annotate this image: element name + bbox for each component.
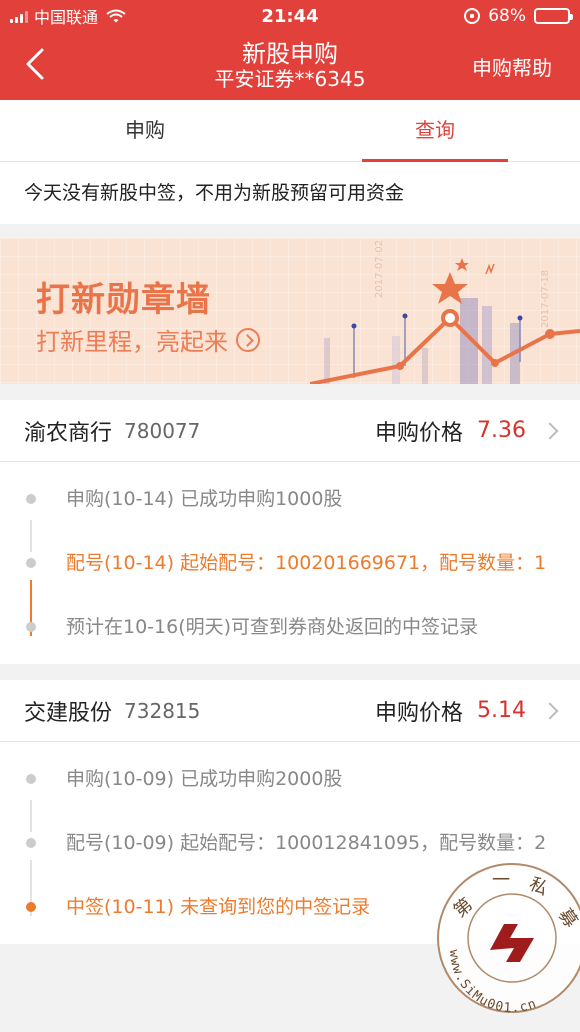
step-text: 配号(10-09) 起始配号：100012841095，配号数量：2 [66, 832, 547, 854]
page-title-main: 新股申购 [242, 39, 338, 68]
tab-query[interactable]: 查询 [290, 100, 580, 162]
stock-name: 交建股份 [24, 700, 113, 726]
watermark-url: www.SiMu001.cn [446, 949, 538, 1016]
banner-illustration: 2017-07-02 2017-07-18 [310, 240, 580, 384]
subscription-price: 7.36 [477, 418, 526, 443]
timeline-step: 预计在10-16(明天)可查到券商处返回的中签记录 [0, 612, 556, 642]
timeline: 申购(10-09) 已成功申购2000股 配号(10-09) 起始配号：1000… [0, 742, 580, 944]
timeline-dot [26, 558, 36, 568]
carrier-name: 中国联通 [34, 8, 99, 27]
svg-text:www.SiMu001.cn: www.SiMu001.cn [446, 949, 539, 1016]
chevron-right-icon [541, 702, 559, 719]
tab-subscribe[interactable]: 申购 [0, 100, 290, 161]
back-button[interactable] [22, 46, 52, 82]
stock-name: 渝农商行 [24, 420, 113, 446]
banner-subtitle: 打新里程，亮起来 [36, 328, 228, 356]
battery-percent: 68% [488, 6, 526, 26]
timeline-step: 申购(10-09) 已成功申购2000股 [0, 764, 556, 794]
step-text: 中签(10-11) 未查询到您的中签记录 [66, 896, 371, 918]
timeline-dot [26, 838, 36, 848]
notice-text: 今天没有新股中签，不用为新股预留可用资金 [0, 162, 580, 224]
step-text: 预计在10-16(明天)可查到券商处返回的中签记录 [66, 616, 479, 638]
status-bar: 中国联通 21:44 68% [0, 0, 580, 32]
timeline-step: 申购(10-14) 已成功申购1000股 [0, 484, 556, 514]
stock-card: 渝农商行 780077 申购价格 7.36 申购(10-14) 已成功申购100… [0, 400, 580, 664]
medal-wall-banner[interactable]: 打新勋章墙 打新里程，亮起来 2017-07-02 2017-07-18 [0, 238, 580, 384]
stock-card-header[interactable]: 交建股份 732815 申购价格 5.14 [0, 680, 580, 742]
banner-date-2: 2017-07-18 [540, 270, 551, 328]
stock-card: 交建股份 732815 申购价格 5.14 申购(10-09) 已成功申购200… [0, 680, 580, 944]
timeline-dot [26, 622, 36, 632]
banner-date-1: 2017-07-02 [374, 240, 385, 298]
timeline-dot [26, 774, 36, 784]
timeline-dot [26, 494, 36, 504]
price-label: 申购价格 [375, 420, 464, 446]
step-text: 申购(10-09) 已成功申购2000股 [66, 768, 343, 790]
banner-subtitle-row: 打新里程，亮起来 [36, 322, 260, 357]
arrow-circle-icon [236, 327, 260, 352]
signal-icon [10, 9, 28, 23]
top-bar: 中国联通 21:44 68% 新股申购 平安证券**6345 申购帮助 [0, 0, 580, 100]
timeline-step: 配号(10-09) 起始配号：100012841095，配号数量：2 [0, 828, 556, 858]
banner-title: 打新勋章墙 [36, 280, 211, 320]
step-text: 配号(10-14) 起始配号：100201669671，配号数量：1 [66, 552, 547, 574]
timeline-step: 中签(10-11) 未查询到您的中签记录 [0, 892, 556, 922]
timeline-step: 配号(10-14) 起始配号：100201669671，配号数量：1 [0, 548, 556, 578]
subscription-price: 5.14 [477, 698, 526, 723]
account-subtitle: 平安证券**6345 [214, 67, 366, 92]
battery-icon [534, 8, 573, 24]
nav-bar: 新股申购 平安证券**6345 申购帮助 [0, 32, 580, 100]
rotation-lock-icon [464, 8, 481, 24]
help-button[interactable]: 申购帮助 [472, 52, 552, 81]
wifi-icon [106, 9, 126, 23]
timeline: 申购(10-14) 已成功申购1000股 配号(10-14) 起始配号：1002… [0, 462, 580, 664]
stock-code: 732815 [124, 698, 201, 723]
page-title: 新股申购 平安证券**6345 [214, 39, 366, 92]
stock-card-header[interactable]: 渝农商行 780077 申购价格 7.36 [0, 400, 580, 462]
timeline-dot [26, 902, 36, 912]
chevron-right-icon [541, 422, 559, 439]
step-text: 申购(10-14) 已成功申购1000股 [66, 488, 343, 510]
stock-code: 780077 [124, 418, 201, 443]
price-label: 申购价格 [375, 700, 464, 726]
tab-bar: 申购 查询 [0, 100, 580, 162]
